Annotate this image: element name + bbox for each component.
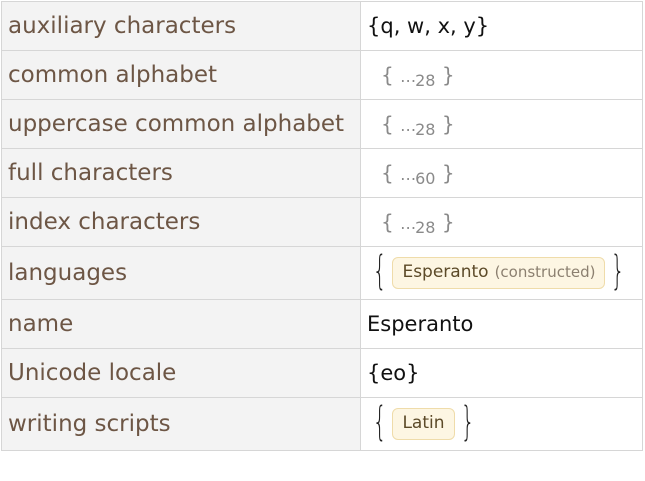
table-row: languages { Esperanto (constructed)} <box>1 246 643 300</box>
property-value: Esperanto <box>360 299 643 349</box>
elided-open-brace: { <box>381 112 394 136</box>
ellipsis: … <box>400 67 416 86</box>
elided-count: 28 <box>415 120 436 139</box>
property-key: full characters <box>1 148 361 198</box>
elided-close-brace: } <box>441 112 455 136</box>
table-row: common alphabet { …28 } <box>1 50 643 100</box>
property-value: { …28 } <box>360 197 643 247</box>
property-key: index characters <box>1 197 361 247</box>
ellipsis: … <box>400 165 416 184</box>
close-brace: } <box>611 248 626 294</box>
elided-open-brace: { <box>381 161 394 185</box>
close-brace: } <box>460 399 475 445</box>
property-key: writing scripts <box>1 397 361 451</box>
entity-chip-script[interactable]: Latin <box>392 408 455 440</box>
property-value: {q, w, x, y} <box>360 1 643 51</box>
elided-count: 28 <box>415 218 436 237</box>
table-row: Unicode locale {eo} <box>1 348 643 398</box>
elided-list[interactable]: { …28 } <box>367 112 455 139</box>
property-key: name <box>1 299 361 349</box>
table-row: index characters { …28 } <box>1 197 643 247</box>
table-row: uppercase common alphabet { …28 } <box>1 99 643 149</box>
open-brace: { <box>372 248 387 294</box>
property-key: common alphabet <box>1 50 361 100</box>
ellipsis: … <box>400 214 416 233</box>
property-key: uppercase common alphabet <box>1 99 361 149</box>
property-value: { Esperanto (constructed)} <box>360 246 643 300</box>
property-key: Unicode locale <box>1 348 361 398</box>
property-value: { …60 } <box>360 148 643 198</box>
property-value: { Latin} <box>360 397 643 451</box>
elided-close-brace: } <box>441 63 455 87</box>
chip-label: Latin <box>402 413 445 434</box>
elided-close-brace: } <box>441 161 455 185</box>
entity-chip-language[interactable]: Esperanto (constructed) <box>392 257 606 289</box>
elided-count: 28 <box>415 71 436 90</box>
properties-table: auxiliary characters {q, w, x, y} common… <box>1 1 643 451</box>
property-value: { …28 } <box>360 99 643 149</box>
elided-count: 60 <box>415 169 436 188</box>
chip-label: Esperanto <box>402 262 489 283</box>
property-value: {eo} <box>360 348 643 398</box>
elided-list[interactable]: { …60 } <box>367 161 455 188</box>
table-row: name Esperanto <box>1 299 643 349</box>
chip-qualifier: (constructed) <box>494 263 596 282</box>
elided-list[interactable]: { …28 } <box>367 210 455 237</box>
open-brace: { <box>372 399 387 445</box>
elided-open-brace: { <box>381 63 394 87</box>
property-value: { …28 } <box>360 50 643 100</box>
table-row: writing scripts { Latin} <box>1 397 643 451</box>
property-key: languages <box>1 246 361 300</box>
elided-close-brace: } <box>441 210 455 234</box>
elided-list[interactable]: { …28 } <box>367 63 455 90</box>
elided-open-brace: { <box>381 210 394 234</box>
ellipsis: … <box>400 116 416 135</box>
property-key: auxiliary characters <box>1 1 361 51</box>
table-row: auxiliary characters {q, w, x, y} <box>1 1 643 51</box>
table-row: full characters { …60 } <box>1 148 643 198</box>
